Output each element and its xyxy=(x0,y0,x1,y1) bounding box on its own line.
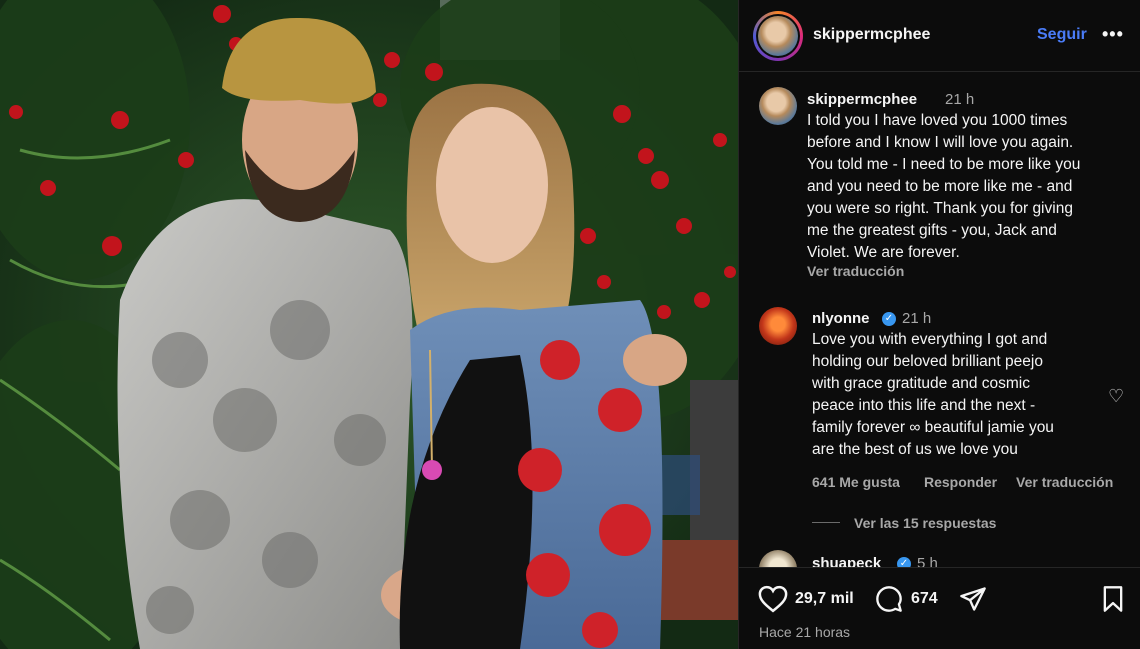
replies-divider xyxy=(812,522,840,523)
send-icon[interactable] xyxy=(959,586,987,612)
comment-username[interactable]: shuapeck xyxy=(812,555,881,567)
verified-badge-icon: ✓ xyxy=(882,312,896,326)
heart-icon[interactable] xyxy=(758,585,788,613)
comments-count[interactable]: 674 xyxy=(911,590,938,608)
comment-reply-button[interactable]: Responder xyxy=(924,474,997,490)
post-actions: 29,7 mil 674 Hace 21 horas xyxy=(739,567,1140,649)
comment-username[interactable]: nlyonne xyxy=(812,310,870,327)
post-photo-illustration xyxy=(0,0,738,649)
verified-badge-icon: ✓ xyxy=(897,557,911,567)
author-username[interactable]: skippermcphee xyxy=(813,26,930,44)
comment-heart-outline-icon[interactable]: ♡ xyxy=(1108,386,1124,407)
caption-avatar[interactable] xyxy=(759,87,797,125)
comment-translate-link[interactable]: Ver traducción xyxy=(1016,474,1113,490)
caption-username[interactable]: skippermcphee xyxy=(807,91,917,108)
post-photo[interactable] xyxy=(0,0,738,649)
comment-avatar[interactable] xyxy=(759,307,797,345)
more-options-icon[interactable]: ••• xyxy=(1102,24,1124,45)
comment-likes[interactable]: 641 Me gusta xyxy=(812,474,900,490)
caption-text: I told you I have loved you 1000 times b… xyxy=(807,112,1081,261)
comment-time: 21 h xyxy=(902,310,932,327)
author-avatar[interactable] xyxy=(753,11,803,61)
comments-list[interactable]: skippermcphee 21 h I told you I have lov… xyxy=(739,73,1140,567)
comment-icon[interactable] xyxy=(875,585,903,613)
likes-count[interactable]: 29,7 mil xyxy=(795,590,854,608)
posted-time: Hace 21 horas xyxy=(759,624,851,640)
view-replies-button[interactable]: Ver las 15 respuestas xyxy=(854,515,996,531)
bookmark-icon[interactable] xyxy=(1101,585,1125,613)
comment-text: Love you with everything I got and holdi… xyxy=(812,331,1054,458)
comment-avatar[interactable] xyxy=(759,550,797,567)
caption-time: 21 h xyxy=(945,91,975,108)
follow-button[interactable]: Seguir xyxy=(1037,26,1087,44)
comment-time: 5 h xyxy=(917,555,938,567)
caption-translate-link[interactable]: Ver traducción xyxy=(807,263,904,279)
post-side-panel: skippermcphee Seguir ••• skippermcphee 2… xyxy=(738,0,1140,649)
post-header: skippermcphee Seguir ••• xyxy=(739,0,1140,72)
